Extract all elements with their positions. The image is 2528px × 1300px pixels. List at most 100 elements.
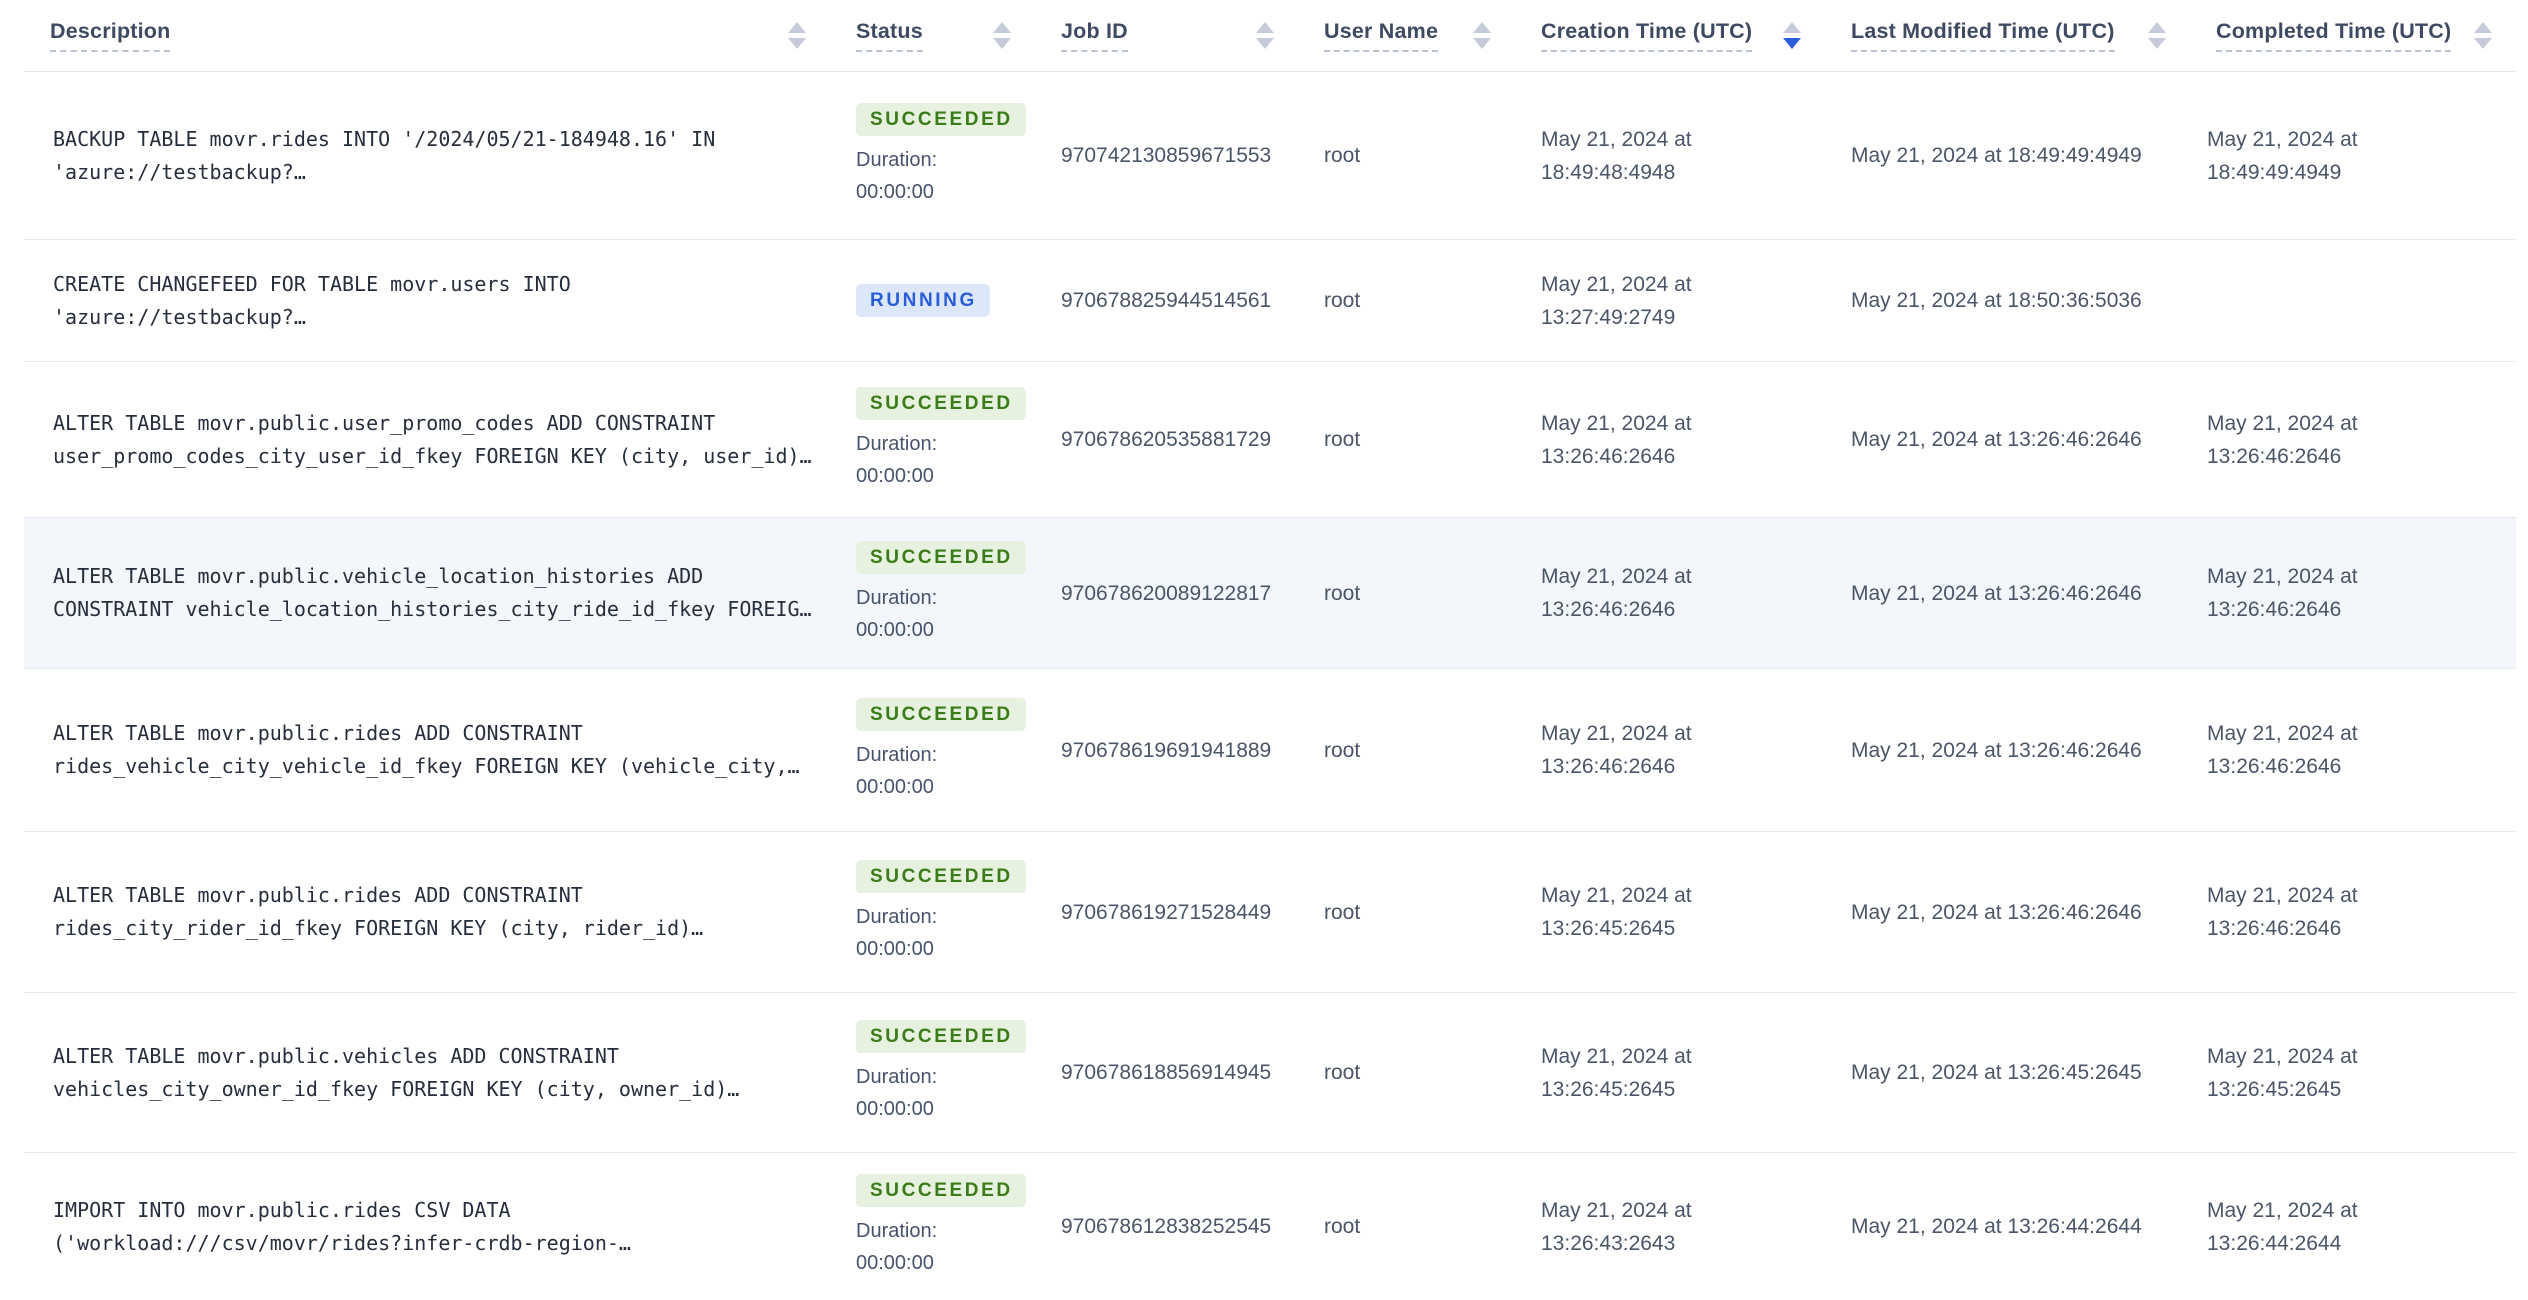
- job-description-line-1: CREATE CHANGEFEED FOR TABLE movr.users I…: [53, 271, 571, 296]
- duration-block: Duration: 00:00:00: [856, 144, 1035, 208]
- creation-time-line-2: 13:26:46:2646: [1541, 444, 1676, 468]
- description-cell[interactable]: ALTER TABLE movr.public.rides ADD CONSTR…: [24, 669, 830, 831]
- table-row[interactable]: BACKUP TABLE movr.rides INTO '/2024/05/2…: [24, 72, 2516, 240]
- creation-time-cell: May 21, 2024 at 13:26:45:2645: [1515, 993, 1825, 1152]
- status-cell: SUCCEEDED Duration: 00:00:00: [830, 518, 1035, 668]
- completed-time-line-1: May 21, 2024 at: [2207, 411, 2358, 435]
- completed-time-cell: May 21, 2024 at 18:49:49:4949: [2190, 72, 2516, 239]
- sort-arrows-icon[interactable]: [2148, 22, 2166, 49]
- duration-value: 00:00:00: [856, 618, 934, 641]
- job-id-value: 970678620535881729: [1061, 428, 1272, 451]
- status-cell: SUCCEEDED Duration: 00:00:00: [830, 362, 1035, 517]
- creation-time-cell: May 21, 2024 at 13:26:46:2646: [1515, 669, 1825, 831]
- last-modified-time-value: May 21, 2024 at 13:26:46:2646: [1851, 581, 2142, 605]
- duration-label: Duration:: [856, 1066, 938, 1088]
- last-modified-time-cell: May 21, 2024 at 18:50:36:5036: [1825, 240, 2190, 361]
- sort-arrows-icon[interactable]: [1473, 22, 1491, 49]
- creation-time-line-1: May 21, 2024 at: [1541, 1044, 1692, 1068]
- job-description-line-2: rides_city_rider_id_fkey FOREIGN KEY (ci…: [53, 916, 704, 940]
- description-cell[interactable]: ALTER TABLE movr.public.vehicle_location…: [24, 518, 830, 668]
- job-description-line-1: ALTER TABLE movr.public.rides ADD CONSTR…: [53, 883, 583, 907]
- sort-arrows-icon-active-desc[interactable]: [1783, 22, 1801, 49]
- sort-arrows-icon[interactable]: [788, 22, 806, 49]
- last-modified-time-cell: May 21, 2024 at 13:26:46:2646: [1825, 518, 2190, 668]
- description-cell[interactable]: ALTER TABLE movr.public.vehicles ADD CON…: [24, 993, 830, 1152]
- description-cell[interactable]: IMPORT INTO movr.public.rides CSV DATA (…: [24, 1153, 830, 1300]
- completed-time-line-2: 13:26:46:2646: [2207, 917, 2342, 940]
- user-name-value: root: [1324, 144, 1361, 167]
- duration-value: 00:00:00: [856, 1252, 934, 1274]
- job-description-line-2: vehicles_city_owner_id_fkey FOREIGN KEY …: [53, 1076, 740, 1101]
- creation-time-line-1: May 21, 2024 at: [1541, 272, 1692, 296]
- status-cell: SUCCEEDED Duration: 00:00:00: [830, 72, 1035, 239]
- last-modified-time-value: May 21, 2024 at 18:49:49:4949: [1851, 144, 2142, 167]
- column-header-job-id[interactable]: Job ID: [1035, 0, 1298, 71]
- job-id-value: 970678825944514561: [1061, 289, 1272, 312]
- creation-time-cell: May 21, 2024 at 18:49:48:4948: [1515, 72, 1825, 239]
- last-modified-time-value: May 21, 2024 at 13:26:44:2644: [1851, 1215, 2142, 1238]
- job-description-line-2: CONSTRAINT vehicle_location_histories_ci…: [53, 597, 812, 621]
- status-badge: SUCCEEDED: [856, 1174, 1026, 1207]
- completed-time-line-1: May 21, 2024 at: [2207, 884, 2358, 907]
- sort-arrows-icon[interactable]: [2474, 22, 2492, 49]
- duration-label: Duration:: [856, 743, 938, 766]
- table-row[interactable]: CREATE CHANGEFEED FOR TABLE movr.users I…: [24, 240, 2516, 362]
- job-description-line-1: BACKUP TABLE movr.rides INTO '/2024/05/2…: [53, 126, 716, 151]
- creation-time-line-2: 13:26:45:2645: [1541, 917, 1676, 940]
- creation-time-line-1: May 21, 2024 at: [1541, 411, 1692, 435]
- description-cell[interactable]: ALTER TABLE movr.public.user_promo_codes…: [24, 362, 830, 517]
- column-header-label: Description: [50, 19, 171, 52]
- status-cell: SUCCEEDED Duration: 00:00:00: [830, 832, 1035, 992]
- column-header-label: Last Modified Time (UTC): [1851, 19, 2115, 52]
- sort-arrows-icon[interactable]: [1256, 22, 1274, 49]
- last-modified-time-cell: May 21, 2024 at 13:26:45:2645: [1825, 993, 2190, 1152]
- last-modified-time-cell: May 21, 2024 at 13:26:46:2646: [1825, 362, 2190, 517]
- status-badge: SUCCEEDED: [856, 103, 1026, 136]
- job-description-line-2: ('workload:///csv/movr/rides?infer-crdb-…: [53, 1230, 631, 1255]
- column-header-label: User Name: [1324, 19, 1439, 52]
- last-modified-time-cell: May 21, 2024 at 13:26:44:2644: [1825, 1153, 2190, 1300]
- user-name-value: root: [1324, 1215, 1361, 1238]
- table-row[interactable]: IMPORT INTO movr.public.rides CSV DATA (…: [24, 1153, 2516, 1300]
- last-modified-time-value: May 21, 2024 at 13:26:46:2646: [1851, 428, 2142, 451]
- sort-arrows-icon[interactable]: [993, 22, 1011, 49]
- user-name-cell: root: [1298, 832, 1515, 992]
- column-header-completed-time[interactable]: Completed Time (UTC): [2190, 0, 2516, 71]
- completed-time-cell: May 21, 2024 at 13:26:44:2644: [2190, 1153, 2516, 1300]
- last-modified-time-value: May 21, 2024 at 13:26:46:2646: [1851, 738, 2142, 762]
- completed-time-cell: May 21, 2024 at 13:26:46:2646: [2190, 362, 2516, 517]
- description-cell[interactable]: CREATE CHANGEFEED FOR TABLE movr.users I…: [24, 240, 830, 361]
- user-name-value: root: [1324, 900, 1361, 924]
- completed-time-line-2: 13:26:46:2646: [2207, 755, 2342, 778]
- creation-time-line-2: 13:26:46:2646: [1541, 755, 1676, 778]
- job-description-line-2: 'azure://testbackup?…: [53, 159, 306, 184]
- description-cell[interactable]: ALTER TABLE movr.public.rides ADD CONSTR…: [24, 832, 830, 992]
- duration-block: Duration: 00:00:00: [856, 1215, 1035, 1279]
- column-header-last-modified-time[interactable]: Last Modified Time (UTC): [1825, 0, 2190, 71]
- column-header-description[interactable]: Description: [24, 0, 830, 71]
- column-header-creation-time[interactable]: Creation Time (UTC): [1515, 0, 1825, 71]
- duration-label: Duration:: [856, 586, 938, 609]
- creation-time-line-1: May 21, 2024 at: [1541, 884, 1692, 907]
- table-row[interactable]: ALTER TABLE movr.public.rides ADD CONSTR…: [24, 832, 2516, 993]
- table-row[interactable]: ALTER TABLE movr.public.vehicles ADD CON…: [24, 993, 2516, 1153]
- status-cell: SUCCEEDED Duration: 00:00:00: [830, 1153, 1035, 1300]
- user-name-cell: root: [1298, 72, 1515, 239]
- column-header-status[interactable]: Status: [830, 0, 1035, 71]
- table-row[interactable]: ALTER TABLE movr.public.rides ADD CONSTR…: [24, 669, 2516, 832]
- last-modified-time-value: May 21, 2024 at 13:26:46:2646: [1851, 900, 2142, 924]
- duration-value: 00:00:00: [856, 937, 934, 960]
- duration-value: 00:00:00: [856, 775, 934, 798]
- table-row[interactable]: ALTER TABLE movr.public.user_promo_codes…: [24, 362, 2516, 518]
- jobs-table-header: Description Status Job ID User Name Crea…: [24, 0, 2516, 72]
- jobs-table: Description Status Job ID User Name Crea…: [24, 0, 2516, 1300]
- completed-time-line-2: 13:26:46:2646: [2207, 444, 2342, 468]
- description-cell[interactable]: BACKUP TABLE movr.rides INTO '/2024/05/2…: [24, 72, 830, 239]
- user-name-value: root: [1324, 289, 1361, 312]
- last-modified-time-cell: May 21, 2024 at 13:26:46:2646: [1825, 669, 2190, 831]
- table-row[interactable]: ALTER TABLE movr.public.vehicle_location…: [24, 518, 2516, 669]
- column-header-user-name[interactable]: User Name: [1298, 0, 1515, 71]
- user-name-cell: root: [1298, 669, 1515, 831]
- status-badge: SUCCEEDED: [856, 540, 1026, 574]
- creation-time-cell: May 21, 2024 at 13:26:43:2643: [1515, 1153, 1825, 1300]
